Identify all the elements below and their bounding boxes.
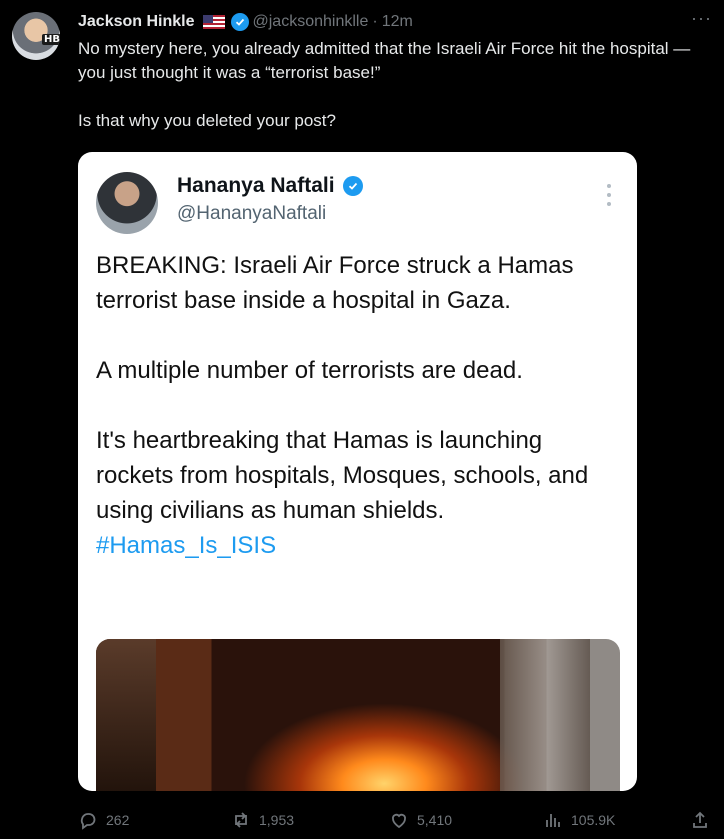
reply-count: 262 [106,812,130,828]
tweet-text: No mystery here, you already admitted th… [78,39,691,130]
repost-count: 1,953 [259,812,295,828]
us-flag-icon [202,15,225,29]
separator: · [372,13,378,30]
tweet-actions: 262 1,953 5,410 105.9K [78,808,712,832]
view-count: 105.9K [571,812,616,828]
author-avatar[interactable]: HB [12,12,60,60]
quoted-author-name: Hananya Naftali [177,174,335,197]
more-options-icon[interactable]: ··· [691,8,712,29]
repost-action[interactable]: 1,953 [231,810,294,830]
views-chart-icon [546,814,560,827]
like-action[interactable]: 5,410 [389,810,452,830]
photo-window-frame [500,639,590,791]
photo-wall-left [96,639,156,791]
quoted-tweet-card[interactable]: Hananya Naftali @HananyaNaftali BREAKING… [78,152,637,791]
views-action[interactable]: 105.9K [543,810,615,830]
quoted-author-handle: @HananyaNaftali [177,203,327,224]
heart-icon [392,813,406,829]
quoted-verified-badge-icon [342,176,363,196]
quoted-photo-fire [96,639,620,791]
quoted-author-row: Hananya Naftali [177,174,363,198]
repost-icon [235,812,247,828]
reply-icon [80,813,96,830]
reply-action[interactable]: 262 [78,810,129,830]
share-icon [693,811,707,828]
verified-badge-icon [230,13,249,31]
quoted-text: BREAKING: Israeli Air Force struck a Ham… [96,248,626,563]
author-name[interactable]: Jackson Hinkle [78,13,195,31]
quoted-author-avatar [96,172,158,234]
avatar-badge: HB [42,34,60,45]
like-count: 5,410 [417,812,453,828]
tweet-header: Jackson Hinkle @jacksonhinklle · 12m [78,11,413,33]
author-handle[interactable]: @jacksonhinklle [253,13,369,31]
quoted-text-body: BREAKING: Israeli Air Force struck a Ham… [96,252,589,524]
quoted-kebab-menu-icon [607,184,611,206]
quoted-hashtag: #Hamas_Is_ISIS [96,532,277,559]
timestamp[interactable]: 12m [382,13,413,31]
share-action[interactable] [690,810,710,830]
